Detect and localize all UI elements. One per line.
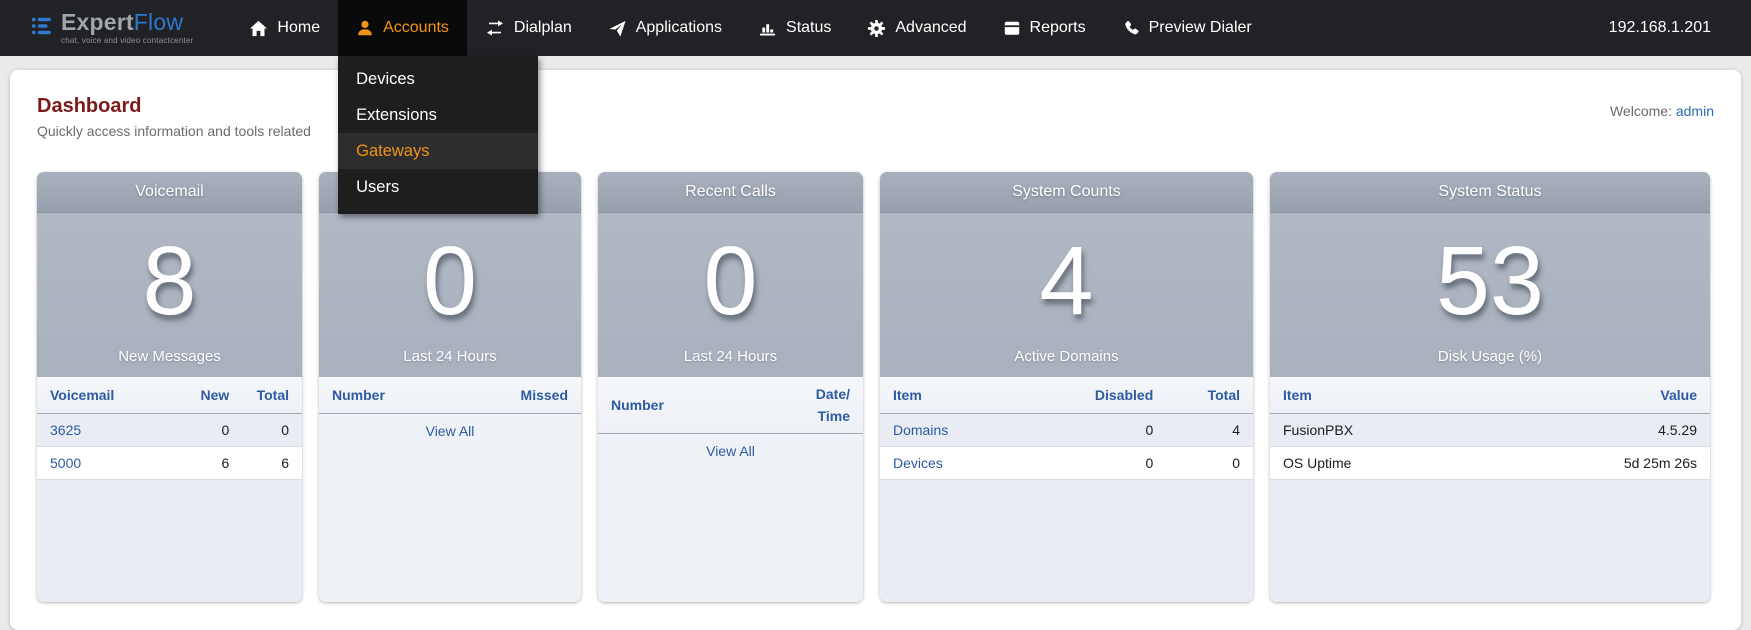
- swap-arrows-icon: [485, 18, 505, 38]
- table-row: OS Uptime 5d 25m 26s: [1270, 447, 1710, 480]
- system-status-table: Item Value FusionPBX 4.5.29 OS Uptime 5d…: [1270, 377, 1710, 602]
- card-caption: Disk Usage (%): [1438, 348, 1542, 377]
- nav-item-status[interactable]: Status: [740, 0, 849, 56]
- table-row: 5000 6 6: [37, 447, 302, 480]
- card-caption: Last 24 Hours: [684, 348, 777, 377]
- nav-label: Advanced: [895, 19, 966, 37]
- bar-chart-icon: [758, 19, 777, 38]
- card-missed-calls: Missed Calls 0 Last 24 Hours Number Miss…: [319, 172, 581, 602]
- nav-label: Reports: [1030, 19, 1086, 37]
- devices-link[interactable]: Devices: [893, 455, 943, 471]
- card-recent-calls: Recent Calls 0 Last 24 Hours Number Date…: [598, 172, 863, 602]
- home-icon: [249, 19, 268, 38]
- card-title: System Counts: [880, 172, 1253, 213]
- table-header-row: Item Disabled Total: [880, 377, 1253, 414]
- journal-icon: [1003, 19, 1021, 37]
- table-row: FusionPBX 4.5.29: [1270, 414, 1710, 447]
- card-system-status: System Status 53 Disk Usage (%) Item Val…: [1270, 172, 1710, 602]
- brand-name: ExpertFlow: [61, 11, 193, 34]
- dashboard-cards: Voicemail 8 New Messages Voicemail New T…: [37, 172, 1714, 602]
- nav-label: Applications: [636, 19, 722, 37]
- nav-item-reports[interactable]: Reports: [985, 0, 1104, 56]
- dashboard-panel: Dashboard Quickly access information and…: [10, 70, 1741, 630]
- gear-icon: [867, 19, 886, 38]
- welcome-user-link[interactable]: admin: [1676, 103, 1714, 119]
- card-caption: Last 24 Hours: [403, 348, 496, 377]
- table-header-row: Number Missed: [319, 377, 581, 414]
- nav-item-accounts[interactable]: Accounts Devices Extensions Gateways Use…: [338, 0, 467, 56]
- card-title: Voicemail: [37, 172, 302, 213]
- nav-item-preview-dialer[interactable]: Preview Dialer: [1104, 0, 1270, 56]
- table-header-row: Number Date/ Time: [598, 377, 863, 434]
- nav-label: Status: [786, 19, 831, 37]
- nav-label: Dialplan: [514, 19, 572, 37]
- nav-label: Accounts: [383, 19, 449, 37]
- menu-item-users[interactable]: Users: [338, 169, 538, 205]
- person-icon: [356, 19, 374, 37]
- nav-item-home[interactable]: Home: [231, 0, 338, 56]
- welcome-text: Welcome: admin: [1610, 103, 1714, 119]
- active-domains-count: 4: [1040, 213, 1094, 348]
- system-counts-table: Item Disabled Total Domains 0 4 Devices …: [880, 377, 1253, 602]
- nav-label: Preview Dialer: [1149, 19, 1252, 37]
- voicemail-box-link[interactable]: 5000: [50, 455, 81, 471]
- menu-item-extensions[interactable]: Extensions: [338, 97, 538, 133]
- voicemail-count: 8: [143, 213, 197, 348]
- table-row: Devices 0 0: [880, 447, 1253, 480]
- table-row: Domains 0 4: [880, 414, 1253, 447]
- nav-label: Home: [277, 19, 320, 37]
- nav-item-advanced[interactable]: Advanced: [849, 0, 984, 56]
- main-menu: Home Accounts Devices Extensions Gateway…: [231, 0, 1269, 56]
- table-header-row: Item Value: [1270, 377, 1710, 414]
- missed-calls-count: 0: [423, 213, 477, 348]
- nav-item-dialplan[interactable]: Dialplan: [467, 0, 590, 56]
- domains-link[interactable]: Domains: [893, 422, 948, 438]
- page-title: Dashboard: [37, 95, 311, 118]
- card-voicemail: Voicemail 8 New Messages Voicemail New T…: [37, 172, 302, 602]
- menu-item-devices[interactable]: Devices: [338, 61, 538, 97]
- paper-plane-icon: [608, 19, 627, 38]
- table-row: 3625 0 0: [37, 414, 302, 447]
- accounts-dropdown-menu: Devices Extensions Gateways Users: [338, 56, 538, 214]
- card-system-counts: System Counts 4 Active Domains Item Disa…: [880, 172, 1253, 602]
- server-ip: 192.168.1.201: [1609, 0, 1711, 56]
- page-subtitle: Quickly access information and tools rel…: [37, 123, 311, 139]
- nav-item-applications[interactable]: Applications: [590, 0, 740, 56]
- disk-usage-count: 53: [1436, 213, 1544, 348]
- top-navbar: ExpertFlow chat, voice and video contact…: [0, 0, 1751, 56]
- card-caption: Active Domains: [1014, 348, 1118, 377]
- panel-header: Dashboard Quickly access information and…: [37, 70, 1714, 139]
- recent-calls-count: 0: [704, 213, 758, 348]
- card-title: Recent Calls: [598, 172, 863, 213]
- brand-tagline: chat, voice and video contactcenter: [61, 37, 193, 45]
- view-all-link[interactable]: View All: [426, 423, 475, 439]
- table-header-row: Voicemail New Total: [37, 377, 302, 414]
- missed-calls-table: Number Missed View All: [319, 377, 581, 602]
- menu-item-gateways[interactable]: Gateways: [338, 133, 538, 169]
- view-all-link[interactable]: View All: [706, 443, 755, 459]
- expertflow-logo-icon: [32, 15, 54, 42]
- voicemail-box-link[interactable]: 3625: [50, 422, 81, 438]
- brand-logo[interactable]: ExpertFlow chat, voice and video contact…: [32, 0, 193, 56]
- phone-icon: [1122, 19, 1140, 37]
- voicemail-table: Voicemail New Total 3625 0 0 5000 6 6: [37, 377, 302, 602]
- recent-calls-table: Number Date/ Time View All: [598, 377, 863, 602]
- card-title: System Status: [1270, 172, 1710, 213]
- card-caption: New Messages: [118, 348, 221, 377]
